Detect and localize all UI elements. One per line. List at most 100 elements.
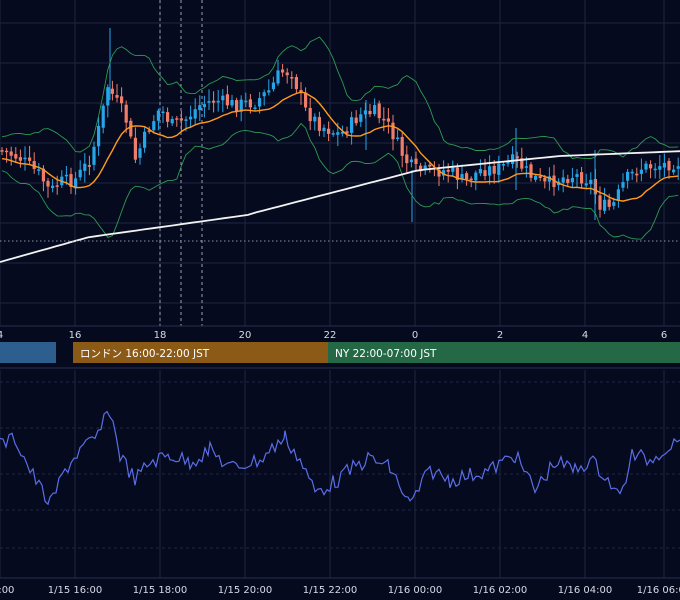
candle-body [534, 175, 538, 180]
session-tokyo[interactable] [0, 342, 56, 363]
candle-body [23, 157, 27, 160]
candle-body [497, 163, 501, 175]
candle-body [244, 100, 248, 103]
candle-body [83, 163, 87, 171]
candle-body [561, 177, 565, 183]
candle-body [92, 146, 96, 165]
candle-body [400, 136, 404, 156]
candle-body [262, 92, 266, 97]
candle-body [9, 151, 13, 156]
candle-body [566, 179, 570, 183]
candle-body [469, 178, 473, 181]
candle-body [635, 173, 639, 176]
candle-body [626, 171, 630, 181]
candle-body [511, 154, 515, 164]
candle-body [667, 160, 671, 171]
candle-body [589, 179, 593, 185]
candle-body [248, 99, 252, 108]
candle-body [271, 82, 275, 90]
candle-body [133, 137, 137, 160]
candle-body [327, 128, 331, 134]
candle-body [253, 107, 257, 110]
candle-body [179, 118, 183, 121]
candle-body [152, 121, 156, 131]
candle-body [386, 118, 390, 122]
candle-body [161, 111, 165, 114]
oscillator-x-tick-label: 1/15 22:00 [303, 585, 357, 596]
candle-body [124, 104, 128, 123]
candle-body [377, 103, 381, 119]
candle-body [115, 94, 119, 98]
candle-body [529, 164, 533, 178]
candle-body [478, 168, 482, 174]
chart-window: 4 16 18 20 22 0 2 4 6 ロンドン 16:00-22:00 JST NY 22… [0, 0, 680, 600]
candle-body [97, 125, 101, 147]
candle-body [570, 177, 574, 183]
candle-body [212, 100, 216, 103]
candle-body [5, 150, 9, 153]
candle-body [235, 100, 239, 112]
candle-body [488, 166, 492, 176]
price-x-tick-label: 4 [0, 330, 3, 341]
candle-body [78, 169, 82, 178]
candle-body [405, 154, 409, 164]
candle-body [336, 132, 340, 135]
candle-body [382, 118, 386, 121]
oscillator-x-tick-label: 1/15 18:00 [133, 585, 187, 596]
candle-body [193, 109, 197, 119]
candle-body [368, 110, 372, 115]
candle-body [143, 131, 147, 148]
candle-body [55, 185, 59, 187]
candle-body [538, 176, 542, 178]
oscillator-x-tick-label: 1/16 02:00 [473, 585, 527, 596]
candle-body [653, 168, 657, 171]
candle-body [276, 70, 280, 84]
candle-body [51, 185, 55, 189]
candle-body [129, 120, 133, 137]
oscillator-x-tick-label: 1/15 16:00 [48, 585, 102, 596]
candle-body [373, 105, 377, 115]
candle-body [18, 157, 22, 161]
candle-body [446, 169, 450, 172]
candle-body [603, 199, 607, 211]
candle-body [501, 164, 505, 166]
candle-body [465, 173, 469, 180]
candle-body [32, 161, 36, 169]
candle-body [207, 101, 211, 103]
candle-body [630, 171, 634, 174]
candle-body [598, 195, 602, 210]
candle-body [110, 88, 114, 94]
price-x-tick-label: 22 [324, 330, 337, 341]
session-bar: ロンドン 16:00-22:00 JST NY 22:00-07:00 JST [0, 342, 680, 363]
candle-body [317, 117, 321, 131]
chart-canvas[interactable]: 4 16 18 20 22 0 2 4 6 ロンドン 16:00-22:00 JST NY 22… [0, 0, 680, 600]
candle-body [198, 105, 202, 111]
candle-body [294, 77, 298, 90]
candle-body [189, 116, 193, 120]
candle-body [87, 165, 91, 167]
candle-body [331, 133, 335, 135]
candle-body [676, 166, 680, 169]
candle-body [101, 105, 105, 128]
candle-body [575, 174, 579, 177]
candle-body [543, 177, 547, 182]
candle-body [308, 107, 312, 122]
candle-body [584, 183, 588, 186]
candle-body [285, 72, 289, 76]
candle-body [202, 104, 206, 108]
candle-body [492, 165, 496, 174]
candle-body [258, 98, 262, 107]
candle-body [216, 100, 220, 103]
candle-body [138, 148, 142, 158]
oscillator-x-tick-label: 1/16 00:00 [388, 585, 442, 596]
oscillator-x-tick-label: 14:00 [0, 585, 14, 596]
candle-body [483, 170, 487, 177]
candle-body [396, 137, 400, 139]
price-x-tick-label: 4 [582, 330, 588, 341]
candle-body [230, 100, 234, 106]
candle-body [644, 163, 648, 170]
oscillator-x-tick-label: 1/16 04:00 [558, 585, 612, 596]
candle-body [267, 90, 271, 93]
price-x-tick-label: 18 [154, 330, 167, 341]
candle-body [281, 69, 285, 73]
